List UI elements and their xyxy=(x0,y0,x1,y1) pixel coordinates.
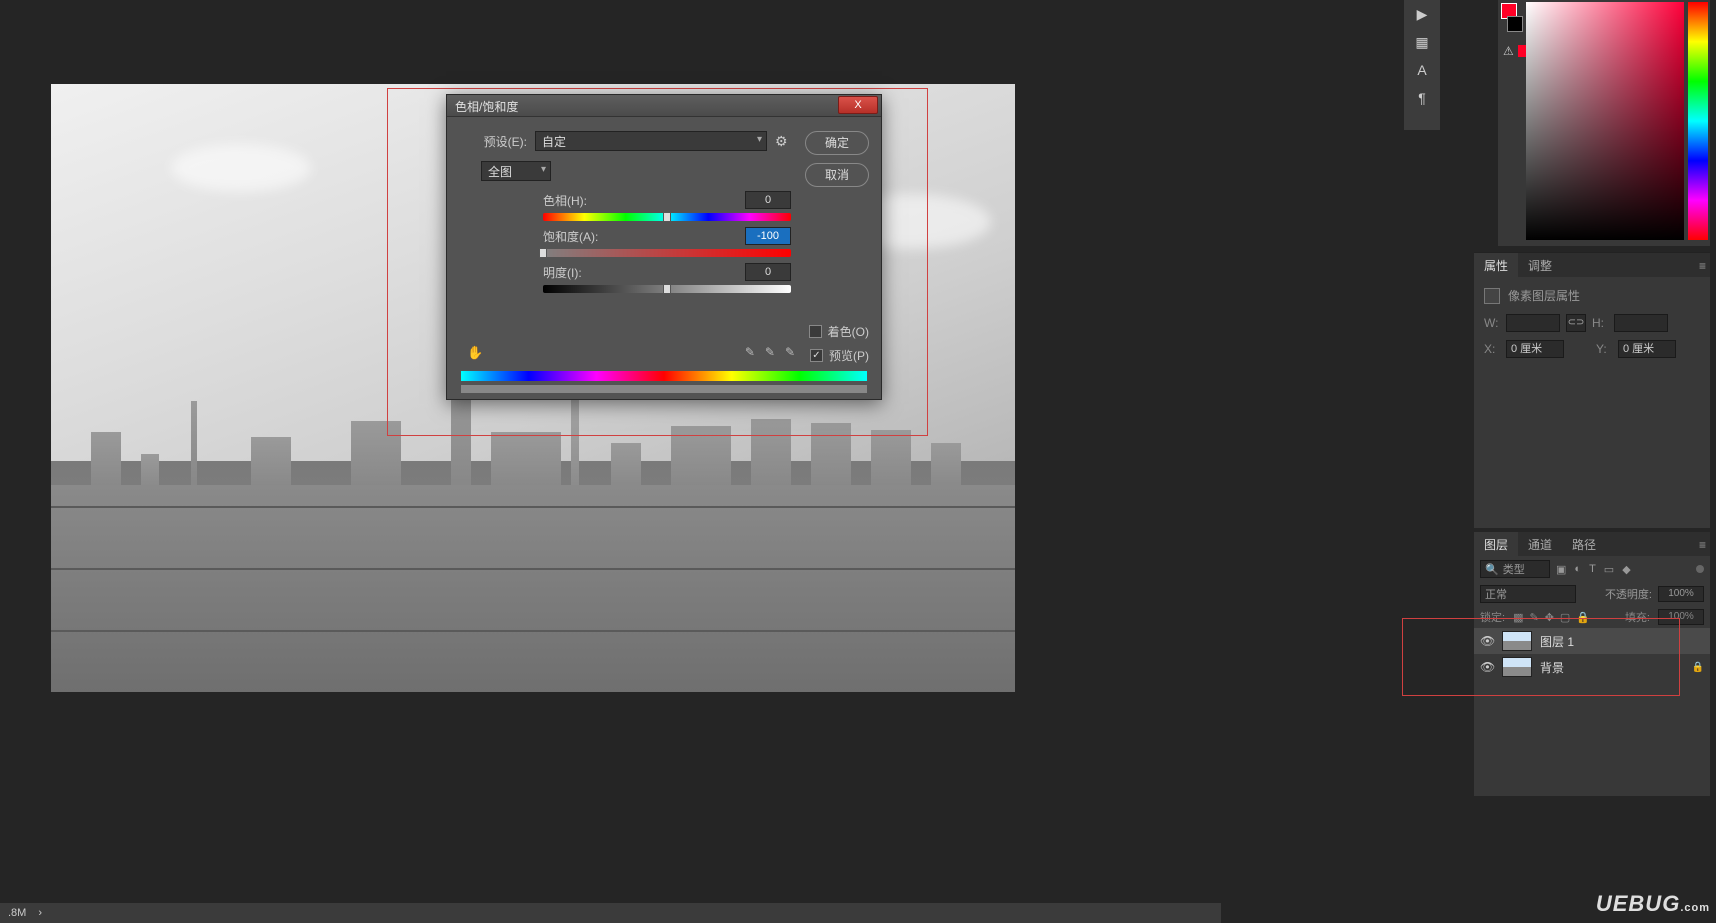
colorize-label: 着色(O) xyxy=(828,323,869,340)
w-label: W: xyxy=(1484,316,1500,330)
annotation-box-layers xyxy=(1402,618,1680,696)
lightness-input[interactable]: 0 xyxy=(745,263,791,281)
tab-adjustments[interactable]: 调整 xyxy=(1518,253,1562,278)
lightness-slider-thumb[interactable] xyxy=(663,284,671,294)
paragraph-icon[interactable]: ¶ xyxy=(1404,84,1440,112)
height-input[interactable] xyxy=(1614,314,1668,332)
filter-smart-icon[interactable]: ◆ xyxy=(1622,563,1630,576)
saturation-slider[interactable] xyxy=(543,249,791,257)
hue-saturation-dialog: 色相/饱和度 X 预设(E): 自定 ⚙ 全图 色相(H): 0 xyxy=(446,94,882,400)
hue-slider-thumb[interactable] xyxy=(663,212,671,222)
hue-input[interactable]: 0 xyxy=(745,191,791,209)
link-wh-icon[interactable]: ⊂⊃ xyxy=(1566,314,1586,332)
tab-paths[interactable]: 路径 xyxy=(1562,532,1606,557)
hue-label: 色相(H): xyxy=(543,192,587,209)
eyedropper-minus-icon[interactable]: ✎ xyxy=(785,345,795,359)
channel-select[interactable]: 全图 xyxy=(481,161,551,181)
filter-toggle[interactable] xyxy=(1696,565,1704,573)
properties-panel: 属性 调整 ≡ 像素图层属性 W: ⊂⊃ H: X: 0 厘米 Y: 0 厘米 xyxy=(1474,252,1710,528)
panel-menu-icon[interactable]: ≡ xyxy=(1699,259,1706,273)
dialog-close-button[interactable]: X xyxy=(838,96,878,114)
lightness-slider[interactable] xyxy=(543,285,791,293)
layer-lock-icon[interactable]: 🔒 xyxy=(1692,662,1704,673)
cancel-button[interactable]: 取消 xyxy=(805,163,869,187)
y-input[interactable]: 0 厘米 xyxy=(1618,340,1676,358)
opacity-label: 不透明度: xyxy=(1605,586,1652,602)
lightness-label: 明度(I): xyxy=(543,264,582,281)
hue-slider[interactable] xyxy=(543,213,791,221)
play-icon[interactable]: ▶ xyxy=(1404,0,1440,28)
eyedropper-plus-icon[interactable]: ✎ xyxy=(765,345,775,359)
gamut-warning-icon[interactable]: ⚠ xyxy=(1503,44,1514,58)
layer-filter-kind[interactable]: 🔍类型 xyxy=(1480,560,1550,578)
preset-gear-icon[interactable]: ⚙ xyxy=(775,133,788,150)
filter-image-icon[interactable]: ▣ xyxy=(1556,563,1566,576)
ruler-icon[interactable]: ▦ xyxy=(1404,28,1440,56)
color-panel: ⚠ xyxy=(1498,0,1710,246)
ok-button[interactable]: 确定 xyxy=(805,131,869,155)
status-docsize[interactable]: .8M xyxy=(8,907,26,919)
color-field[interactable] xyxy=(1526,2,1684,240)
eyedropper-icon[interactable]: ✎ xyxy=(745,345,755,359)
x-label: X: xyxy=(1484,342,1500,356)
dialog-title-text: 色相/饱和度 xyxy=(455,100,518,114)
text-tool-icon[interactable]: A xyxy=(1404,56,1440,84)
layers-menu-icon[interactable]: ≡ xyxy=(1699,538,1706,552)
filter-adjust-icon[interactable]: ◐ xyxy=(1574,563,1581,576)
saturation-slider-thumb[interactable] xyxy=(539,248,547,258)
watermark: UEBUG.com xyxy=(1596,891,1710,917)
tab-properties[interactable]: 属性 xyxy=(1474,253,1518,278)
preview-checkbox[interactable] xyxy=(810,349,823,362)
tab-layers[interactable]: 图层 xyxy=(1474,532,1518,557)
colorize-checkbox[interactable] xyxy=(809,325,822,338)
pixel-layer-icon xyxy=(1484,288,1500,304)
scrubby-hand-icon[interactable]: ✋ xyxy=(467,345,483,361)
blend-mode-select[interactable]: 正常 xyxy=(1480,585,1576,603)
dialog-titlebar[interactable]: 色相/饱和度 X xyxy=(447,95,881,117)
hue-strip[interactable] xyxy=(1688,2,1708,240)
panel-icon-strip: ▶ ▦ A ¶ xyxy=(1404,0,1440,130)
saturation-input[interactable]: -100 xyxy=(745,227,791,245)
h-label: H: xyxy=(1592,316,1608,330)
filter-shape-icon[interactable]: ▭ xyxy=(1604,563,1614,576)
x-input[interactable]: 0 厘米 xyxy=(1506,340,1564,358)
background-swatch[interactable] xyxy=(1507,16,1523,32)
opacity-input[interactable]: 100% xyxy=(1658,586,1704,602)
hue-spectrum-top xyxy=(461,371,867,381)
properties-kind-label: 像素图层属性 xyxy=(1508,287,1580,304)
canvas-area: 色相/饱和度 X 预设(E): 自定 ⚙ 全图 色相(H): 0 xyxy=(0,0,1221,792)
width-input[interactable] xyxy=(1506,314,1560,332)
preset-label: 预设(E): xyxy=(465,133,527,150)
status-bar: .8M › xyxy=(0,903,1221,923)
saturation-label: 饱和度(A): xyxy=(543,228,598,245)
preview-label: 预览(P) xyxy=(829,347,869,364)
y-label: Y: xyxy=(1596,342,1612,356)
tab-channels[interactable]: 通道 xyxy=(1518,532,1562,557)
right-panels: ▶ ▦ A ¶ ⚠ 属性 调整 ≡ 像素图层属性 W: xyxy=(1440,0,1716,923)
hue-spectrum-bottom xyxy=(461,385,867,393)
status-arrow-icon[interactable]: › xyxy=(38,907,42,919)
filter-text-icon[interactable]: T xyxy=(1589,563,1596,576)
preset-select[interactable]: 自定 xyxy=(535,131,767,151)
